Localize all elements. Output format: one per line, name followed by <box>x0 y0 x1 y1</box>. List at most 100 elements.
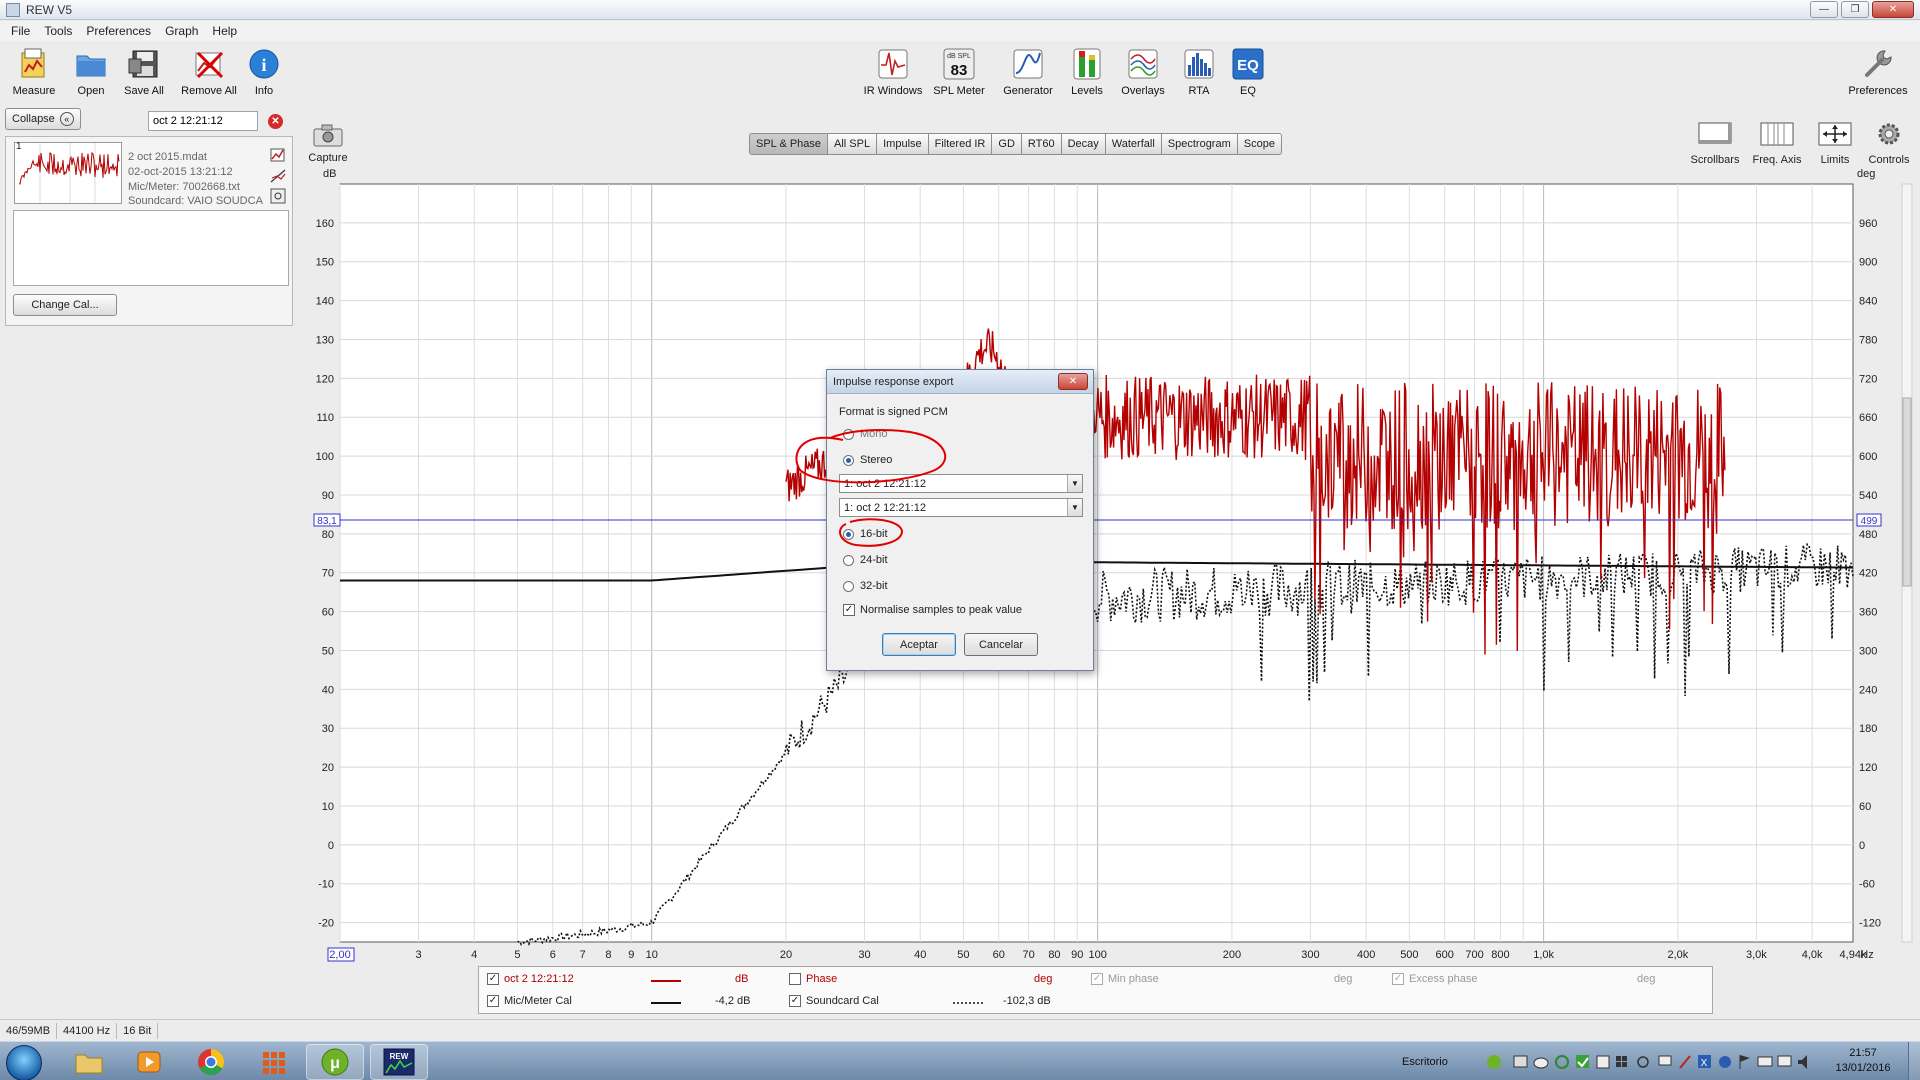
legend-measurement-checkbox[interactable]: ✓ <box>487 973 499 985</box>
x-tick-label: 10 <box>646 949 658 961</box>
legend-soundcard-cal-checkbox[interactable]: ✓ <box>789 995 801 1007</box>
tray-volume-icon[interactable] <box>1798 1055 1807 1069</box>
tray-window-icon[interactable] <box>1513 1055 1528 1068</box>
tray-desktop-label[interactable]: Escritorio <box>1402 1056 1448 1068</box>
tray-bluetooth-icon[interactable] <box>1719 1056 1731 1068</box>
tray-monitor-icon[interactable] <box>1777 1055 1792 1067</box>
x-tick-label: 600 <box>1436 949 1454 961</box>
cursor-label-right: 499 <box>1856 513 1882 527</box>
cursor-label-left: 83,1 <box>313 513 341 527</box>
tray-recycle-icon[interactable] <box>1555 1055 1569 1069</box>
accept-button[interactable]: Aceptar <box>882 633 956 656</box>
legend-mic-cal-value: -4,2 dB <box>715 995 751 1007</box>
system-tray-icons[interactable]: X <box>1462 1050 1822 1074</box>
right-channel-select[interactable]: 1: oct 2 12:21:12 ▼ <box>839 498 1083 517</box>
y-tick-label: 160 <box>316 218 334 230</box>
x-tick-label: 70 <box>1022 949 1034 961</box>
show-desktop-button[interactable] <box>1908 1042 1920 1080</box>
normalise-checkbox[interactable]: ✓ <box>843 604 855 616</box>
taskbar-media-player[interactable] <box>120 1044 178 1080</box>
taskbar-utorrent[interactable]: μ <box>306 1044 364 1080</box>
taskbar-chrome[interactable] <box>182 1044 240 1080</box>
legend-phase-checkbox[interactable] <box>789 973 801 985</box>
legend-mic-cal[interactable]: ✓ Mic/Meter Cal <box>487 995 572 1007</box>
stereo-radio[interactable]: Stereo <box>843 454 892 466</box>
x-tick-label: 40 <box>914 949 926 961</box>
taskbar-clock[interactable]: 21:57 13/01/2016 <box>1824 1046 1902 1076</box>
dialog-close-button[interactable]: ✕ <box>1058 373 1088 390</box>
mono-radio[interactable]: Mono <box>843 428 888 440</box>
folder-icon <box>75 1054 103 1074</box>
x-tick-label: 90 <box>1071 949 1083 961</box>
tray-x-icon[interactable]: X <box>1698 1055 1711 1069</box>
tray-flag-icon[interactable] <box>1739 1055 1750 1069</box>
x-tick-label: 7 <box>580 949 586 961</box>
y-tick-label: -10 <box>318 879 334 891</box>
legend-excess-phase-checkbox[interactable]: ✓ <box>1392 973 1404 985</box>
bit32-radio[interactable]: 32-bit <box>843 580 888 592</box>
stereo-radio-dot <box>843 454 854 466</box>
y-tick-label: 40 <box>322 684 334 696</box>
legend-mic-cal-checkbox[interactable]: ✓ <box>487 995 499 1007</box>
deg-tick-label: 120 <box>1859 762 1877 774</box>
deg-tick-label: 60 <box>1859 801 1871 813</box>
legend-phase-label: Phase <box>806 973 838 985</box>
x-tick-label: 500 <box>1400 949 1418 961</box>
deg-tick-label: 900 <box>1859 257 1877 269</box>
deg-tick-label: 840 <box>1859 296 1877 308</box>
taskbar-explorer[interactable] <box>60 1044 118 1080</box>
legend-min-phase[interactable]: ✓ Min phase <box>1091 973 1159 985</box>
normalise-label: Normalise samples to peak value <box>860 604 1023 616</box>
status-bar: 46/59MB 44100 Hz 16 Bit <box>0 1019 1920 1041</box>
y-tick-label: 110 <box>316 412 334 424</box>
rew-app-icon: REW <box>383 1048 415 1076</box>
legend-soundcard-cal[interactable]: ✓ Soundcard Cal <box>789 995 879 1007</box>
legend-excess-phase[interactable]: ✓ Excess phase <box>1392 973 1477 985</box>
legend-phase[interactable]: Phase <box>789 973 837 985</box>
legend-min-phase-checkbox[interactable]: ✓ <box>1091 973 1103 985</box>
legend-excess-phase-label: Excess phase <box>1409 973 1478 985</box>
x-tick-label: 300 <box>1301 949 1319 961</box>
tray-update-icon[interactable] <box>1637 1056 1649 1068</box>
legend-measurement-unit: dB <box>735 973 749 985</box>
y-tick-label: 120 <box>316 373 334 385</box>
legend-soundcard-cal-label: Soundcard Cal <box>806 995 879 1007</box>
legend-phase-unit: deg <box>1034 973 1053 985</box>
tray-list-icon[interactable] <box>1596 1055 1610 1069</box>
status-memory: 46/59MB <box>0 1022 58 1039</box>
deg-tick-label: 180 <box>1859 723 1877 735</box>
bit24-radio[interactable]: 24-bit <box>843 554 888 566</box>
x-tick-label: 50 <box>957 949 969 961</box>
tray-cloud-icon[interactable] <box>1533 1057 1549 1069</box>
svg-text:μ: μ <box>330 1055 340 1072</box>
normalise-checkbox-row[interactable]: ✓ Normalise samples to peak value <box>843 604 1022 616</box>
x-tick-label: 5 <box>514 949 520 961</box>
bit16-radio[interactable]: 16-bit <box>843 528 888 540</box>
left-channel-value: 1: oct 2 12:21:12 <box>844 477 926 490</box>
tray-utorrent-icon[interactable] <box>1487 1055 1501 1069</box>
taskbar-apps[interactable] <box>244 1044 302 1080</box>
impulse-export-dialog: Impulse response export ✕ Format is sign… <box>826 369 1094 671</box>
tray-power-icon[interactable] <box>1757 1056 1773 1067</box>
status-bit-depth: 16 Bit <box>117 1022 159 1039</box>
y-tick-label: 140 <box>316 296 334 308</box>
x-tick-label: 2,0k <box>1667 949 1688 961</box>
y-tick-label: 130 <box>316 334 334 346</box>
tray-pen-icon[interactable] <box>1679 1055 1691 1069</box>
x-tick-label: Hz <box>1860 949 1873 961</box>
x-tick-label: 4,0k <box>1802 949 1823 961</box>
legend-measurement[interactable]: ✓ oct 2 12:21:12 <box>487 973 574 985</box>
x-axis-ticks: 2,00 3 4 5 6 7 8 9 10 20 30 40 50 60 70 80 90 100 200 300 40… <box>327 947 1874 962</box>
tray-check-icon[interactable] <box>1576 1055 1589 1068</box>
deg-tick-label: 240 <box>1859 684 1877 696</box>
clock-time: 21:57 <box>1849 1047 1877 1059</box>
legend-excess-phase-unit: deg <box>1637 973 1656 985</box>
start-button[interactable] <box>6 1045 42 1080</box>
cancel-button[interactable]: Cancelar <box>964 633 1038 656</box>
left-channel-select[interactable]: 1: oct 2 12:21:12 ▼ <box>839 474 1083 493</box>
taskbar-rew[interactable]: REW <box>370 1044 428 1080</box>
graph-vertical-scrollbar[interactable] <box>1901 183 1913 943</box>
tray-network-icon[interactable] <box>1658 1055 1672 1066</box>
svg-text:X: X <box>1701 1058 1708 1069</box>
tray-windows-icon[interactable] <box>1616 1056 1627 1067</box>
